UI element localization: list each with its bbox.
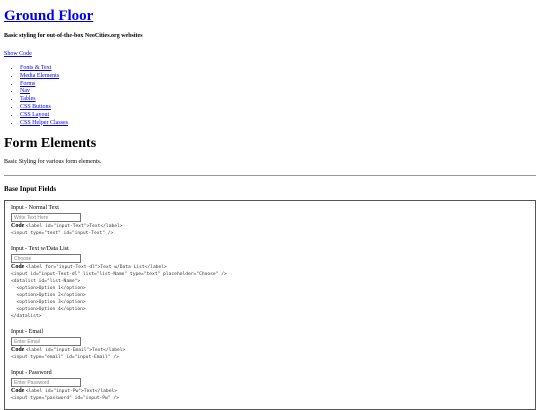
code-line: Code <label id="input-Pw">Text</label> (11, 388, 529, 395)
divider (4, 175, 536, 177)
nav-item: Nav (20, 88, 536, 96)
code-line: <input type="email" id="input-Email" /> (11, 354, 529, 361)
code-snippet: <input type="password" id="input-Pw" /> (11, 396, 119, 402)
code-line: <input id="input-Text-dl" list="list-Nam… (11, 271, 529, 278)
code-snippet: <label id="input-Text">Text</label> (25, 224, 123, 230)
code-line: <input type="text" id="input-Text" /> (11, 230, 529, 237)
code-snippet: <option>Option 2</option> (11, 293, 86, 299)
field-label: Input - Normal Text (11, 205, 59, 212)
code-label: Code (11, 388, 25, 395)
code-snippet: <option>Option 3</option> (11, 300, 86, 306)
section-title: Form Elements (4, 136, 97, 152)
code-snippet: <input id="input-Text-dl" list="list-Nam… (11, 272, 227, 278)
input-fields-box: Input - Normal Text Code <label id="inpu… (4, 200, 536, 410)
code-line: <datalist id="list-Name"> (11, 278, 529, 285)
nav-item: CSS Layout (20, 112, 536, 120)
code-snippet: <option>Option 4</option> (11, 307, 86, 313)
code-label: Code (11, 347, 25, 354)
email-input[interactable] (11, 337, 81, 347)
nav-item: CSS Buttons (20, 104, 536, 112)
nav-link-tables[interactable]: Tables (20, 96, 36, 102)
code-snippet: <datalist id="list-Name"> (11, 279, 81, 285)
normal-text-input[interactable] (11, 213, 81, 223)
code-snippet: <label id="input-Email">Text</label> (25, 348, 126, 354)
subsection-title: Base Input Fields (4, 185, 57, 194)
nav-link-css-helper-classes[interactable]: CSS Helper Classes (20, 120, 68, 126)
code-line: <option>Option 4</option> (11, 306, 529, 313)
field-email: Input - Email Code <label id="input-Emai… (11, 328, 529, 361)
code-snippet: <input type="text" id="input-Text" /> (11, 231, 114, 237)
code-line: </datalist> (11, 313, 529, 320)
code-line: <option>Option 3</option> (11, 299, 529, 306)
nav-link-css-buttons[interactable]: CSS Buttons (20, 104, 51, 110)
field-normal-text: Input - Normal Text Code <label id="inpu… (11, 204, 529, 237)
datalist-text-input[interactable] (11, 254, 81, 264)
nav-list: Fonts & Text Media Elements Forms Nav Ta… (4, 65, 536, 127)
code-label: Code (11, 264, 25, 271)
section-intro: Basic Styling for various form elements. (4, 159, 102, 166)
code-line: Code <label id="input-Text">Text</label> (11, 223, 529, 230)
site-tagline: Basic styling for out-of-the-box NeoCiti… (4, 33, 143, 39)
field-label: Input - Password (11, 370, 52, 377)
site-title[interactable]: Ground Floor (4, 7, 536, 25)
code-line: Code <label for="input-Text-dl">Text w/D… (11, 264, 529, 271)
code-line: Code <label id="input-Email">Text</label… (11, 347, 529, 354)
field-password: Input - Password Code <label id="input-P… (11, 369, 529, 402)
site-title-link[interactable]: Ground Floor (4, 8, 93, 24)
code-snippet: <input type="email" id="input-Email" /> (11, 355, 119, 361)
nav-link-fonts-text[interactable]: Fonts & Text (20, 65, 51, 71)
code-snippet: <label for="input-Text-dl">Text w/Data L… (25, 265, 167, 271)
nav-item: Forms (20, 81, 536, 89)
code-snippet: <option>Option 1</option> (11, 286, 86, 292)
nav-item: Tables (20, 96, 536, 104)
code-snippet: <label id="input-Pw">Text</label> (25, 389, 117, 395)
nav-link-media-elements[interactable]: Media Elements (20, 73, 59, 79)
nav-item: Media Elements (20, 73, 536, 81)
nav-item: Fonts & Text (20, 65, 536, 73)
code-line: <input type="password" id="input-Pw" /> (11, 395, 529, 402)
page: Ground Floor Basic styling for out-of-th… (0, 0, 540, 410)
field-label: Input - Email (11, 329, 43, 336)
code-label: Code (11, 223, 25, 230)
code-line: <option>Option 1</option> (11, 285, 529, 292)
nav-link-nav[interactable]: Nav (20, 88, 30, 94)
show-code-link[interactable]: Show Code (4, 50, 536, 58)
field-label: Input - Text w/Data List (11, 246, 69, 253)
nav-item: CSS Helper Classes (20, 120, 536, 128)
password-input[interactable] (11, 378, 81, 388)
nav-link-css-layout[interactable]: CSS Layout (20, 112, 49, 118)
code-line: <option>Option 2</option> (11, 292, 529, 299)
field-text-datalist: Input - Text w/Data List Code <label for… (11, 245, 529, 320)
code-snippet: </datalist> (11, 314, 42, 320)
nav-link-forms[interactable]: Forms (20, 81, 35, 87)
